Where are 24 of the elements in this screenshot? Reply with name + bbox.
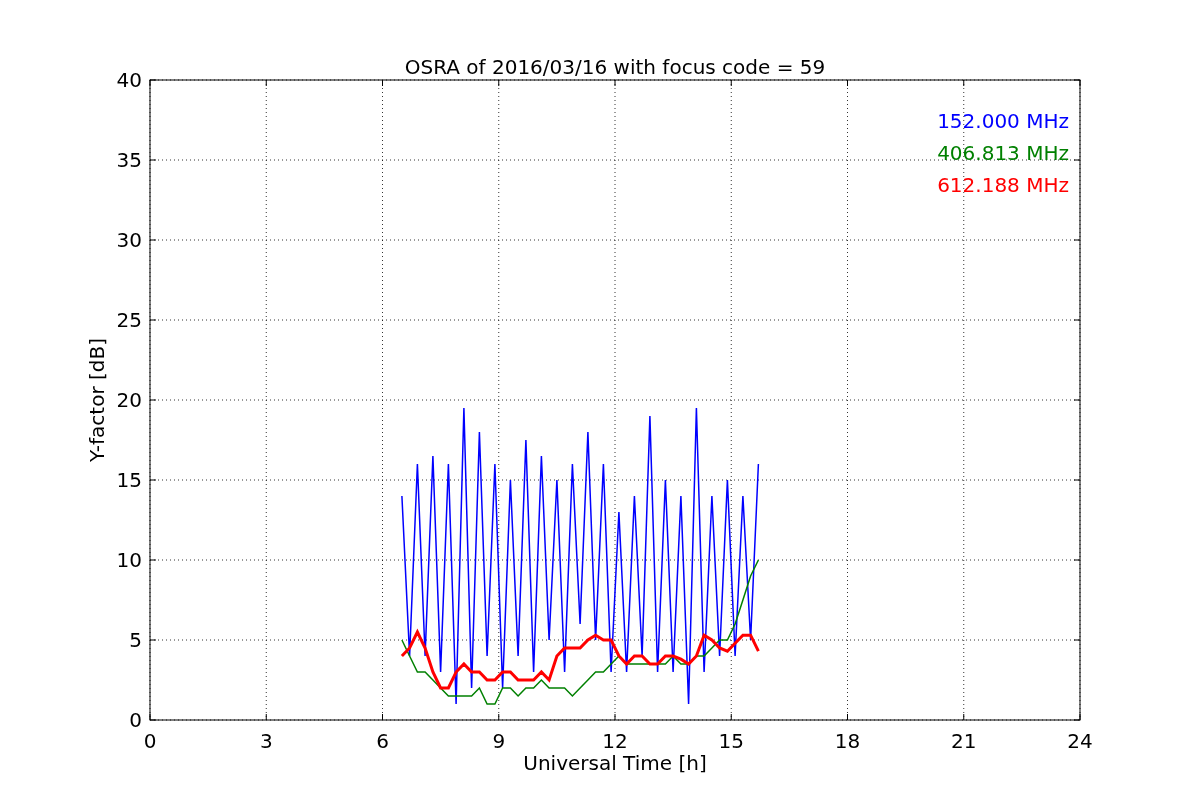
- tick-label: 30: [116, 228, 142, 252]
- x-axis-label: Universal Time [h]: [523, 751, 707, 775]
- tick-label: 21: [951, 729, 977, 753]
- tick-label: 5: [129, 628, 142, 652]
- tick-label: 6: [376, 729, 389, 753]
- tick-label: 15: [116, 468, 142, 492]
- legend-label: 406.813 MHz: [937, 141, 1069, 165]
- legend-label: 612.188 MHz: [937, 173, 1069, 197]
- tick-label: 18: [834, 729, 861, 753]
- tick-label: 25: [116, 308, 142, 332]
- tick-label: 3: [259, 729, 273, 753]
- tick-label: 35: [116, 148, 142, 172]
- tick-label: 10: [116, 548, 142, 572]
- tick-label: 0: [129, 708, 142, 732]
- y-axis-label: Y-factor [dB]: [85, 338, 109, 462]
- tick-label: 20: [116, 388, 142, 412]
- tick-label: 0: [143, 729, 157, 753]
- tick-label: 9: [492, 729, 506, 753]
- chart-title: OSRA of 2016/03/16 with focus code = 59: [404, 55, 826, 79]
- tick-label: 12: [602, 729, 628, 753]
- legend-label: 152.000 MHz: [937, 109, 1069, 133]
- tick-label: 24: [1067, 729, 1093, 753]
- tick-label: 40: [116, 68, 142, 92]
- tick-label: 15: [718, 729, 744, 753]
